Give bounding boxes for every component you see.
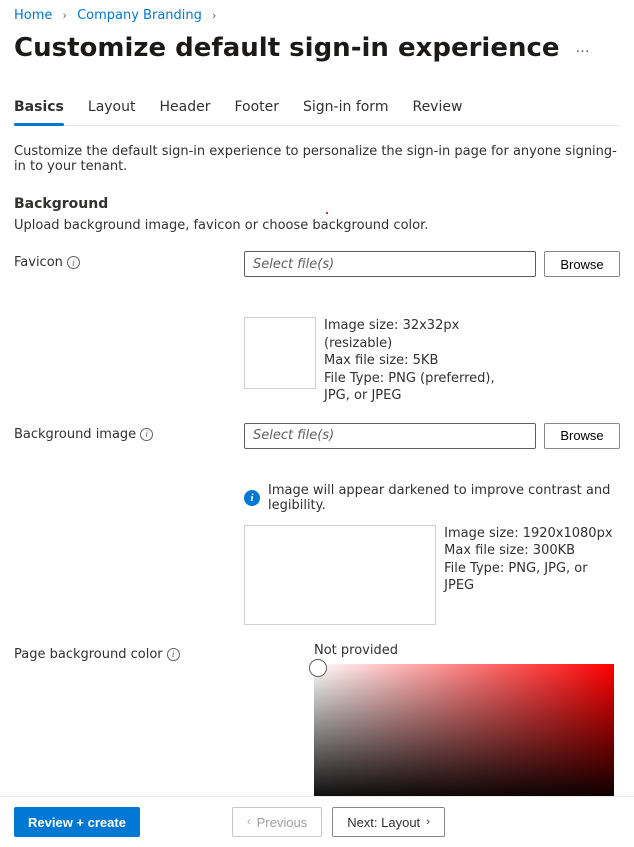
decorative-dot [326, 212, 328, 214]
bgimage-row: Background image i Select file(s) Browse [14, 423, 620, 449]
favicon-label: Favicon i [14, 251, 244, 270]
page-bg-color-value: Not provided [314, 643, 620, 658]
bgimage-preview [244, 525, 436, 625]
color-picker[interactable] [314, 664, 614, 804]
wizard-footer: Review + create ‹ Previous Next: Layout … [0, 796, 634, 847]
info-filled-icon: i [244, 490, 260, 506]
chevron-left-icon: ‹ [247, 816, 251, 828]
hint-line: File Type: PNG (preferred), [324, 370, 495, 388]
info-icon[interactable]: i [67, 256, 80, 269]
background-heading: Background [14, 196, 620, 212]
tab-review[interactable]: Review [412, 93, 462, 125]
hint-line: (resizable) [324, 335, 495, 353]
tab-layout[interactable]: Layout [88, 93, 136, 125]
favicon-hint: Image size: 32x32px (resizable) Max file… [244, 317, 620, 405]
callout-text: Image will appear darkened to improve co… [268, 483, 620, 513]
bgimage-hint: Image size: 1920x1080px Max file size: 3… [244, 525, 620, 625]
hint-line: JPG, or JPEG [324, 387, 495, 405]
tab-footer[interactable]: Footer [234, 93, 279, 125]
favicon-preview [244, 317, 316, 389]
bgimage-file-input[interactable]: Select file(s) [244, 423, 536, 449]
breadcrumb-home[interactable]: Home [14, 8, 52, 23]
tab-description: Customize the default sign-in experience… [14, 144, 620, 174]
bgimage-label-text: Background image [14, 427, 136, 442]
favicon-file-input[interactable]: Select file(s) [244, 251, 536, 277]
chevron-right-icon: › [63, 9, 67, 22]
breadcrumb: Home › Company Branding › [14, 8, 620, 23]
info-icon[interactable]: i [167, 648, 180, 661]
chevron-right-icon: › [212, 9, 216, 22]
hint-line: Image size: 1920x1080px [444, 525, 620, 543]
more-actions-button[interactable]: … [576, 40, 591, 56]
previous-button[interactable]: ‹ Previous [232, 807, 322, 837]
tab-header[interactable]: Header [159, 93, 210, 125]
bgimage-label: Background image i [14, 423, 244, 442]
hint-line: Max file size: 5KB [324, 352, 495, 370]
page-bg-color-row: Page background color i Not provided [14, 643, 620, 804]
favicon-browse-button[interactable]: Browse [544, 251, 620, 277]
review-create-button[interactable]: Review + create [14, 807, 140, 837]
favicon-row: Favicon i Select file(s) Browse [14, 251, 620, 277]
color-picker-handle[interactable] [309, 659, 327, 677]
tab-sign-in-form[interactable]: Sign-in form [303, 93, 388, 125]
breadcrumb-company-branding[interactable]: Company Branding [77, 8, 202, 23]
chevron-right-icon: › [426, 816, 430, 828]
bgimage-callout: i Image will appear darkened to improve … [244, 483, 620, 513]
hint-line: File Type: PNG, JPG, or JPEG [444, 560, 620, 595]
next-button[interactable]: Next: Layout › [332, 807, 445, 837]
page-header: Customize default sign-in experience … [14, 33, 620, 63]
page-title: Customize default sign-in experience [14, 33, 560, 63]
hint-line: Image size: 32x32px [324, 317, 495, 335]
favicon-hint-text: Image size: 32x32px (resizable) Max file… [324, 317, 495, 405]
bgimage-browse-button[interactable]: Browse [544, 423, 620, 449]
page-bg-color-label: Page background color i [14, 643, 314, 662]
background-subtext: Upload background image, favicon or choo… [14, 218, 620, 233]
tab-strip: Basics Layout Header Footer Sign-in form… [14, 93, 620, 126]
bgimage-hint-text: Image size: 1920x1080px Max file size: 3… [444, 525, 620, 595]
info-icon[interactable]: i [140, 428, 153, 441]
page-bg-color-label-text: Page background color [14, 647, 163, 662]
previous-label: Previous [257, 815, 308, 830]
next-label: Next: Layout [347, 815, 420, 830]
hint-line: Max file size: 300KB [444, 542, 620, 560]
favicon-label-text: Favicon [14, 255, 63, 270]
tab-basics[interactable]: Basics [14, 93, 64, 125]
